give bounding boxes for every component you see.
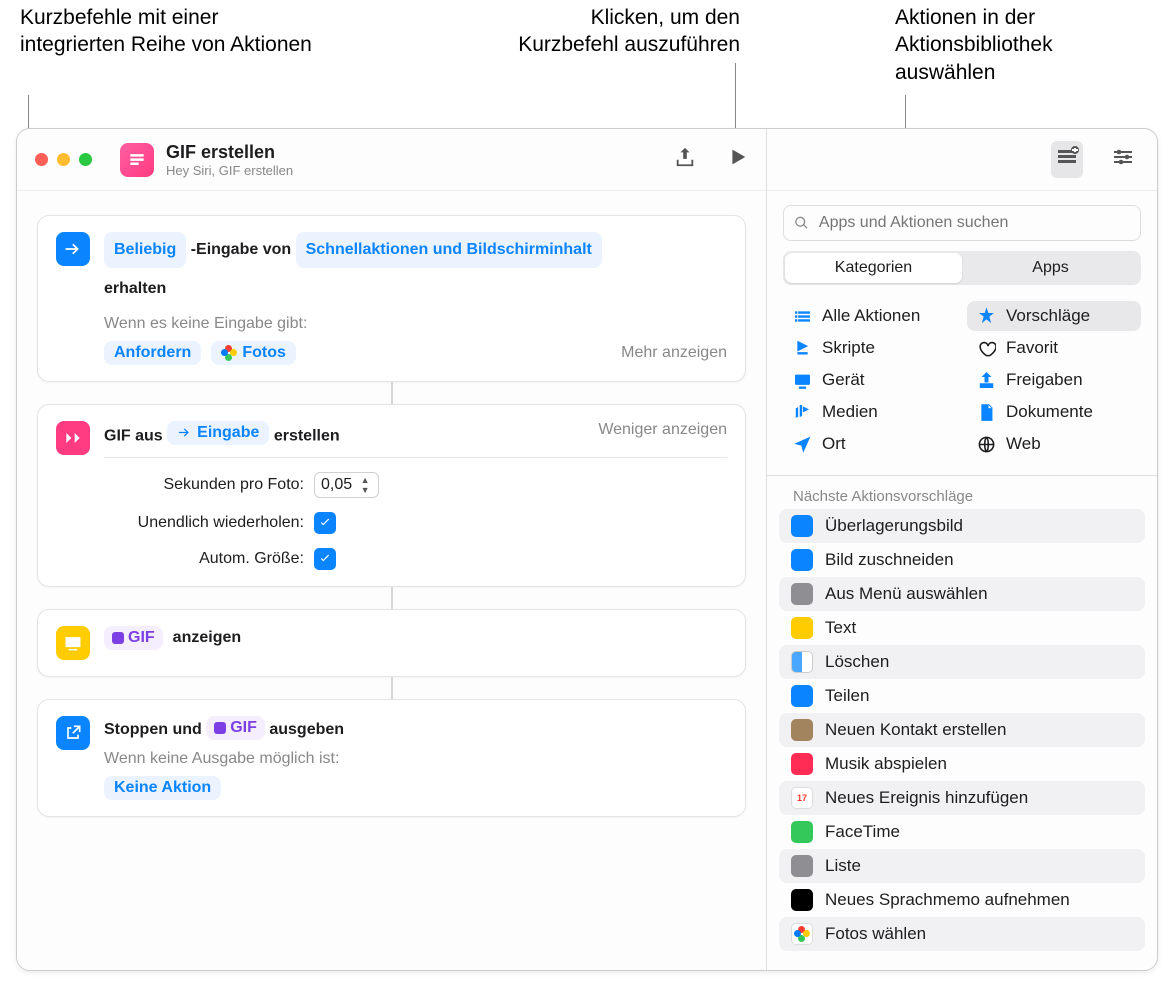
- callout-middle: Klicken, um den Kurzbefehl auszuführen: [460, 4, 740, 59]
- share-icon[interactable]: [674, 146, 696, 173]
- category-ort[interactable]: Ort: [783, 429, 957, 459]
- token-gif-out[interactable]: GIF: [206, 716, 265, 740]
- suggestion-text[interactable]: Text: [779, 611, 1145, 645]
- token-gif[interactable]: GIF: [104, 626, 163, 650]
- zoom-button[interactable]: [79, 153, 92, 166]
- token-ask[interactable]: Anfordern: [104, 341, 201, 365]
- output-icon: [56, 716, 90, 750]
- suggestion-bild-zuschneiden[interactable]: Bild zuschneiden: [779, 543, 1145, 577]
- show-icon: [56, 626, 90, 660]
- suggestion-liste[interactable]: Liste: [779, 849, 1145, 883]
- category-medien[interactable]: Medien: [783, 397, 957, 427]
- category-favorit[interactable]: Favorit: [967, 333, 1141, 363]
- loop-checkbox[interactable]: [314, 512, 336, 534]
- callout-right: Aktionen in der Aktionsbibliothek auswäh…: [895, 4, 1155, 86]
- segmented-control[interactable]: Kategorien Apps: [783, 251, 1141, 285]
- editor-pane: GIF erstellen Hey Siri, GIF erstellen Be…: [17, 129, 767, 970]
- category-alle-aktionen[interactable]: Alle Aktionen: [783, 301, 957, 331]
- suggestion-neuen-kontakt-erstellen[interactable]: Neuen Kontakt erstellen: [779, 713, 1145, 747]
- show-more[interactable]: Mehr anzeigen: [621, 344, 727, 362]
- suggestion-musik-abspielen[interactable]: Musik abspielen: [779, 747, 1145, 781]
- segment-categories[interactable]: Kategorien: [785, 253, 962, 283]
- library-pane: Kategorien Apps Alle Aktionen Vorschläge S…: [767, 129, 1157, 970]
- minimize-button[interactable]: [57, 153, 70, 166]
- shortcut-icon: [120, 143, 154, 177]
- seconds-stepper[interactable]: 0,05 ▲▼: [314, 472, 379, 498]
- suggestion-teilen[interactable]: Teilen: [779, 679, 1145, 713]
- category-skripte[interactable]: Skripte: [783, 333, 957, 363]
- suggestion-neues-ereignis-hinzufügen[interactable]: 17Neues Ereignis hinzufügen: [779, 781, 1145, 815]
- suggestion-löschen[interactable]: Löschen: [779, 645, 1145, 679]
- settings-icon[interactable]: [1111, 145, 1135, 174]
- titlebar: GIF erstellen Hey Siri, GIF erstellen: [17, 129, 766, 191]
- suggestion-überlagerungsbild[interactable]: Überlagerungsbild: [779, 509, 1145, 543]
- suggestion-aus-menü-auswählen[interactable]: Aus Menü auswählen: [779, 577, 1145, 611]
- category-dokumente[interactable]: Dokumente: [967, 397, 1141, 427]
- shortcut-title[interactable]: GIF erstellen: [166, 142, 674, 163]
- action-make-gif[interactable]: GIF aus Eingabe erstellen Weniger anzeig…: [37, 404, 746, 588]
- token-source[interactable]: Schnellaktionen und Bildschirminhalt: [296, 232, 602, 268]
- category-freigaben[interactable]: Freigaben: [967, 365, 1141, 395]
- window-controls: [35, 153, 92, 166]
- suggestions-list: ÜberlagerungsbildBild zuschneidenAus Men…: [767, 509, 1157, 951]
- suggestion-neues-sprachmemo-aufnehmen[interactable]: Neues Sprachmemo aufnehmen: [779, 883, 1145, 917]
- action-stop-output[interactable]: Stoppen und GIF ausgeben Wenn keine Ausg…: [37, 699, 746, 817]
- run-icon[interactable]: [726, 146, 748, 173]
- token-any[interactable]: Beliebig: [104, 232, 186, 268]
- category-grid: Alle Aktionen Vorschläge Skripte Favorit Ger…: [767, 295, 1157, 471]
- library-icon[interactable]: [1051, 141, 1083, 178]
- gif-icon: [56, 421, 90, 455]
- segment-apps[interactable]: Apps: [962, 253, 1139, 283]
- callout-left: Kurzbefehle mit einer integrierten Reihe…: [20, 4, 320, 59]
- photos-flower-icon: [221, 345, 237, 361]
- category-web[interactable]: Web: [967, 429, 1141, 459]
- input-icon: [56, 232, 90, 266]
- search-icon: [794, 215, 809, 231]
- suggestions-header: Nächste Aktionsvorschläge: [767, 480, 1157, 509]
- autosize-checkbox[interactable]: [314, 548, 336, 570]
- suggestion-facetime[interactable]: FaceTime: [779, 815, 1145, 849]
- action-show-result[interactable]: GIF anzeigen: [37, 609, 746, 677]
- shortcut-subtitle: Hey Siri, GIF erstellen: [166, 163, 674, 178]
- app-window: GIF erstellen Hey Siri, GIF erstellen Be…: [16, 128, 1158, 971]
- token-input[interactable]: Eingabe: [167, 421, 269, 445]
- close-button[interactable]: [35, 153, 48, 166]
- show-less[interactable]: Weniger anzeigen: [598, 421, 727, 439]
- category-vorschläge[interactable]: Vorschläge: [967, 301, 1141, 331]
- category-gerät[interactable]: Gerät: [783, 365, 957, 395]
- token-photos[interactable]: Fotos: [211, 341, 296, 365]
- search-input[interactable]: [817, 213, 1130, 233]
- search-field[interactable]: [783, 205, 1141, 241]
- action-receive-input[interactable]: Beliebig -Eingabe von Schnellaktionen un…: [37, 215, 746, 382]
- actions-list: Beliebig -Eingabe von Schnellaktionen un…: [17, 191, 766, 970]
- token-none[interactable]: Keine Aktion: [104, 776, 221, 800]
- suggestion-fotos-wählen[interactable]: Fotos wählen: [779, 917, 1145, 951]
